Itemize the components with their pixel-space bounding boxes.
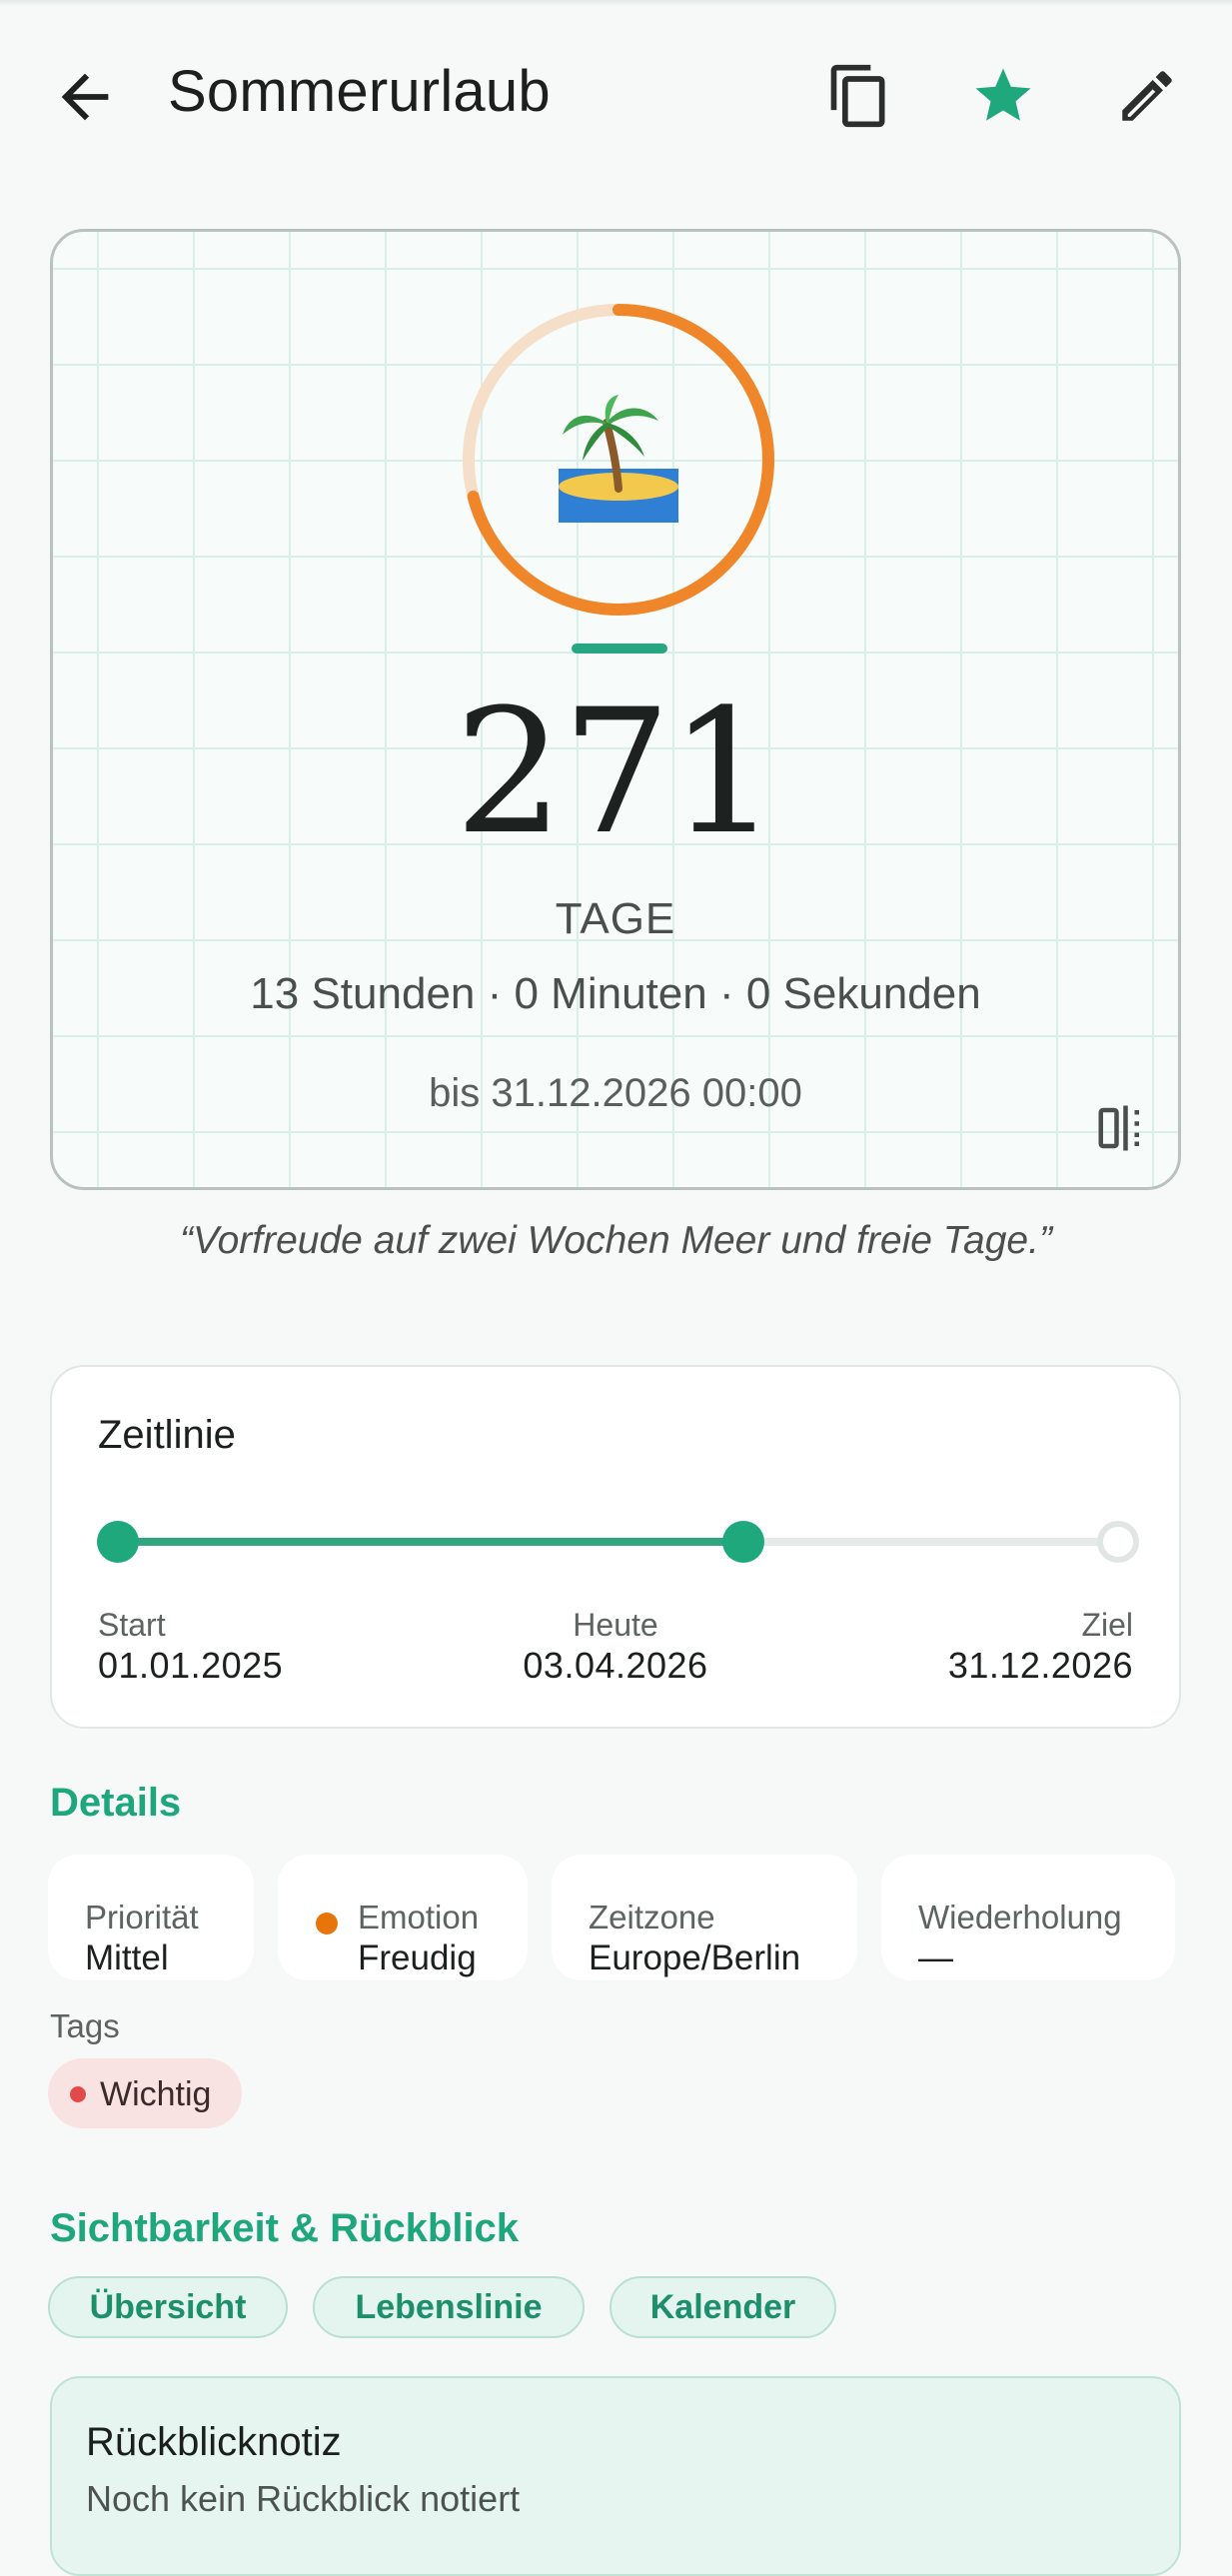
repeat-value: — xyxy=(918,1938,953,1977)
copy-icon[interactable] xyxy=(823,60,895,132)
emotion-label: Emotion xyxy=(358,1899,480,1935)
timeline-start-dot xyxy=(97,1521,139,1563)
pill-lifeline[interactable]: Lebenslinie xyxy=(313,2276,585,2338)
timezone-chip[interactable]: Zeitzone Europe/Berlin xyxy=(552,1855,857,1980)
status-shadow xyxy=(0,0,1232,6)
tag-dot xyxy=(70,2086,86,2102)
timeline-card: Zeitlinie Start 01.01.2025 Heute 03.04.2… xyxy=(50,1365,1181,1729)
timeline-today-dot xyxy=(722,1521,764,1563)
days-count: 271 xyxy=(454,671,778,872)
emotion-value: Freudig xyxy=(358,1938,477,1977)
edit-pencil-icon[interactable] xyxy=(1111,60,1183,132)
top-app-bar: Sommerurlaub xyxy=(0,0,1232,190)
tag-chip[interactable]: Wichtig xyxy=(48,2058,242,2128)
repeat-label: Wiederholung xyxy=(918,1899,1122,1935)
days-unit-label: TAGE xyxy=(555,894,676,943)
tags-label: Tags xyxy=(50,2007,120,2044)
timeline-goal-value: 31.12.2026 xyxy=(947,1645,1133,1686)
timezone-value: Europe/Berlin xyxy=(589,1938,801,1977)
repeat-chip[interactable]: Wiederholung — xyxy=(881,1855,1175,1980)
back-arrow-icon[interactable] xyxy=(50,62,120,132)
palm-island-icon xyxy=(555,395,682,523)
remaining-time-text: 13 Stunden · 0 Minuten · 0 Sekunden xyxy=(250,969,981,1018)
priority-chip[interactable]: Priorität Mittel xyxy=(48,1855,254,1980)
review-note-text: Noch kein Rückblick notiert xyxy=(86,2478,521,2519)
pill-overview[interactable]: Übersicht xyxy=(48,2276,288,2338)
details-heading: Details xyxy=(50,1781,182,1825)
timeline-title: Zeitlinie xyxy=(98,1413,236,1457)
timeline-goal-dot xyxy=(1097,1521,1139,1563)
emotion-chip[interactable]: Emotion Freudig xyxy=(278,1855,528,1980)
timezone-label: Zeitzone xyxy=(589,1899,715,1935)
priority-label: Priorität xyxy=(85,1899,199,1935)
pill-calendar[interactable]: Kalender xyxy=(610,2276,836,2338)
countdown-card[interactable]: 271 TAGE 13 Stunden · 0 Minuten · 0 Seku… xyxy=(50,229,1181,1190)
page-title: Sommerurlaub xyxy=(168,59,551,124)
split-view-icon[interactable] xyxy=(1094,1101,1148,1155)
timeline-goal-label: Ziel xyxy=(1081,1607,1133,1643)
visibility-heading: Sichtbarkeit & Rückblick xyxy=(50,2206,520,2250)
review-note-title: Rückblicknotiz xyxy=(86,2420,342,2464)
accent-divider xyxy=(572,644,667,653)
timeline-today-label: Heute xyxy=(573,1607,658,1643)
emotion-dot xyxy=(316,1913,338,1934)
target-date-text: bis 31.12.2026 00:00 xyxy=(429,1071,802,1115)
star-icon[interactable] xyxy=(967,60,1039,132)
event-quote: “Vorfreude auf zwei Wochen Meer und frei… xyxy=(180,1219,1052,1262)
priority-value: Mittel xyxy=(85,1938,169,1977)
timeline-progress xyxy=(118,1538,743,1546)
review-note-card[interactable]: Rückblicknotiz Noch kein Rückblick notie… xyxy=(50,2376,1181,2576)
tag-label: Wichtig xyxy=(100,2075,212,2113)
